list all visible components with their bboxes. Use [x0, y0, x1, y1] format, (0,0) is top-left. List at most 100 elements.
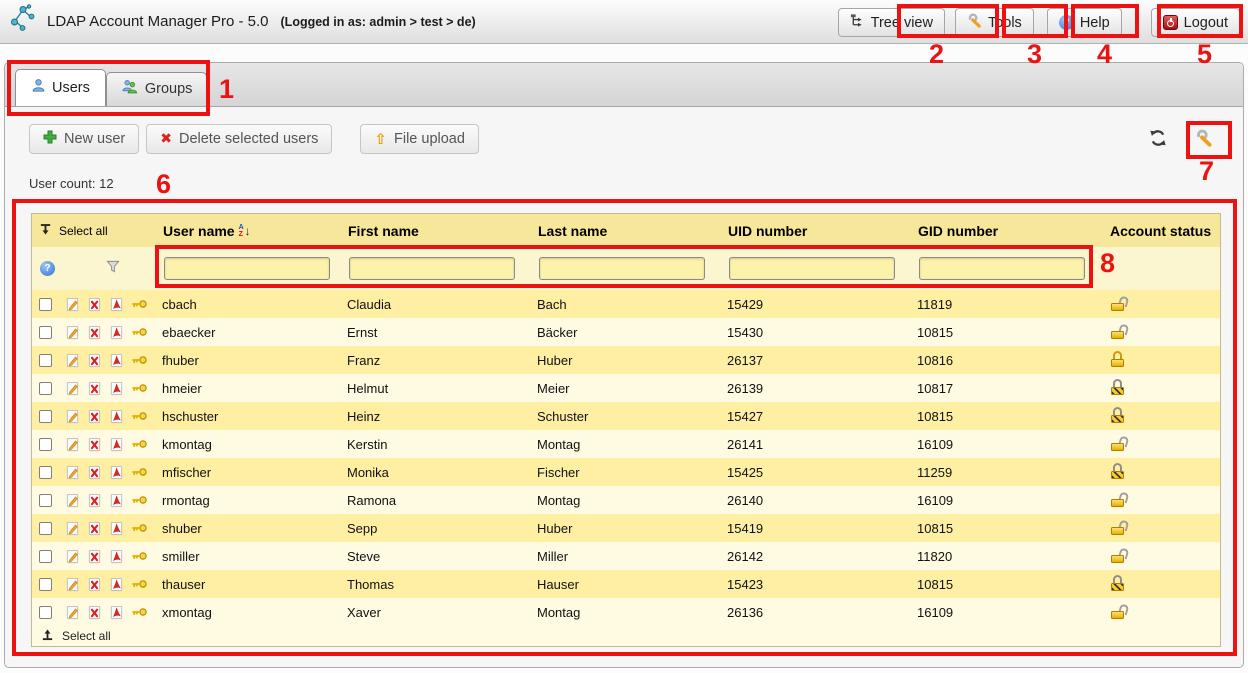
filter-input-gid[interactable]	[919, 257, 1085, 280]
column-header-uid[interactable]: UID number	[727, 223, 917, 239]
delete-selected-users-button[interactable]: ✖ Delete selected users	[146, 124, 332, 154]
filter-input-lastname[interactable]	[539, 257, 705, 280]
select-all-top-icon[interactable]	[39, 223, 52, 239]
row-checkbox[interactable]	[39, 382, 52, 395]
cell-username[interactable]: cbach	[162, 297, 347, 312]
account-status-unlocked-icon[interactable]	[1110, 519, 1129, 535]
help-button[interactable]: ? Help	[1047, 8, 1122, 37]
tools-button[interactable]: Tools	[955, 8, 1034, 37]
password-key-icon[interactable]	[131, 354, 147, 366]
cell-username[interactable]: xmontag	[162, 605, 347, 620]
sort-az-icon[interactable]: AZ ↓	[239, 224, 251, 238]
edit-pencil-icon[interactable]	[65, 437, 80, 452]
password-key-icon[interactable]	[131, 522, 147, 534]
password-key-icon[interactable]	[131, 410, 147, 422]
account-status-partially-locked-icon[interactable]	[1110, 575, 1129, 591]
edit-pencil-icon[interactable]	[65, 297, 80, 312]
delete-row-icon[interactable]	[87, 297, 102, 312]
delete-row-icon[interactable]	[87, 325, 102, 340]
pdf-icon[interactable]	[109, 437, 124, 452]
account-status-unlocked-icon[interactable]	[1110, 547, 1129, 563]
delete-row-icon[interactable]	[87, 353, 102, 368]
delete-row-icon[interactable]	[87, 381, 102, 396]
row-checkbox[interactable]	[39, 438, 52, 451]
row-checkbox[interactable]	[39, 522, 52, 535]
password-key-icon[interactable]	[131, 550, 147, 562]
pdf-icon[interactable]	[109, 325, 124, 340]
account-status-unlocked-icon[interactable]	[1110, 435, 1129, 451]
filter-input-username[interactable]	[164, 257, 330, 280]
edit-pencil-icon[interactable]	[65, 409, 80, 424]
delete-row-icon[interactable]	[87, 493, 102, 508]
pdf-icon[interactable]	[109, 381, 124, 396]
row-checkbox[interactable]	[39, 578, 52, 591]
delete-row-icon[interactable]	[87, 521, 102, 536]
password-key-icon[interactable]	[131, 326, 147, 338]
account-status-unlocked-icon[interactable]	[1110, 491, 1129, 507]
filter-funnel-icon[interactable]	[105, 259, 121, 279]
column-header-lastname[interactable]: Last name	[537, 223, 727, 239]
column-header-username[interactable]: User name AZ ↓	[162, 223, 347, 239]
password-key-icon[interactable]	[131, 298, 147, 310]
tree-view-button[interactable]: Tree view	[838, 8, 945, 37]
row-checkbox[interactable]	[39, 298, 52, 311]
logout-button[interactable]: Logout	[1151, 8, 1240, 37]
delete-row-icon[interactable]	[87, 437, 102, 452]
select-all-bottom-link[interactable]: Select all	[62, 629, 111, 643]
file-upload-button[interactable]: ⇧ File upload	[360, 124, 479, 154]
delete-row-icon[interactable]	[87, 465, 102, 480]
delete-row-icon[interactable]	[87, 577, 102, 592]
password-key-icon[interactable]	[131, 466, 147, 478]
cell-username[interactable]: mfischer	[162, 465, 347, 480]
pdf-icon[interactable]	[109, 465, 124, 480]
pdf-icon[interactable]	[109, 409, 124, 424]
account-status-locked-icon[interactable]	[1110, 351, 1129, 367]
tab-groups[interactable]: Groups	[106, 72, 208, 106]
row-checkbox[interactable]	[39, 354, 52, 367]
delete-row-icon[interactable]	[87, 605, 102, 620]
pdf-icon[interactable]	[109, 353, 124, 368]
pdf-icon[interactable]	[109, 493, 124, 508]
row-checkbox[interactable]	[39, 326, 52, 339]
account-status-partially-locked-icon[interactable]	[1110, 379, 1129, 395]
filter-input-uid[interactable]	[729, 257, 895, 280]
cell-username[interactable]: hschuster	[162, 409, 347, 424]
password-key-icon[interactable]	[131, 382, 147, 394]
password-key-icon[interactable]	[131, 494, 147, 506]
edit-pencil-icon[interactable]	[65, 549, 80, 564]
row-checkbox[interactable]	[39, 494, 52, 507]
edit-pencil-icon[interactable]	[65, 325, 80, 340]
row-checkbox[interactable]	[39, 466, 52, 479]
account-status-unlocked-icon[interactable]	[1110, 603, 1129, 619]
edit-pencil-icon[interactable]	[65, 353, 80, 368]
select-all-top-link[interactable]: Select all	[59, 224, 108, 238]
edit-pencil-icon[interactable]	[65, 521, 80, 536]
cell-username[interactable]: hmeier	[162, 381, 347, 396]
delete-row-icon[interactable]	[87, 549, 102, 564]
cell-username[interactable]: smiller	[162, 549, 347, 564]
pdf-icon[interactable]	[109, 605, 124, 620]
list-settings-wrench-icon[interactable]	[1195, 129, 1213, 147]
pdf-icon[interactable]	[109, 297, 124, 312]
account-status-unlocked-icon[interactable]	[1110, 323, 1129, 339]
cell-username[interactable]: kmontag	[162, 437, 347, 452]
cell-username[interactable]: ebaecker	[162, 325, 347, 340]
column-header-firstname[interactable]: First name	[347, 223, 537, 239]
cell-username[interactable]: fhuber	[162, 353, 347, 368]
pdf-icon[interactable]	[109, 521, 124, 536]
pdf-icon[interactable]	[109, 549, 124, 564]
select-all-bottom-icon[interactable]	[41, 628, 54, 644]
column-header-gid[interactable]: GID number	[917, 223, 1092, 239]
pdf-icon[interactable]	[109, 577, 124, 592]
edit-pencil-icon[interactable]	[65, 605, 80, 620]
cell-username[interactable]: rmontag	[162, 493, 347, 508]
edit-pencil-icon[interactable]	[65, 465, 80, 480]
cell-username[interactable]: thauser	[162, 577, 347, 592]
row-checkbox[interactable]	[39, 606, 52, 619]
password-key-icon[interactable]	[131, 578, 147, 590]
delete-row-icon[interactable]	[87, 409, 102, 424]
edit-pencil-icon[interactable]	[65, 577, 80, 592]
password-key-icon[interactable]	[131, 606, 147, 618]
refresh-icon[interactable]	[1149, 129, 1167, 147]
new-user-button[interactable]: New user	[29, 124, 139, 154]
